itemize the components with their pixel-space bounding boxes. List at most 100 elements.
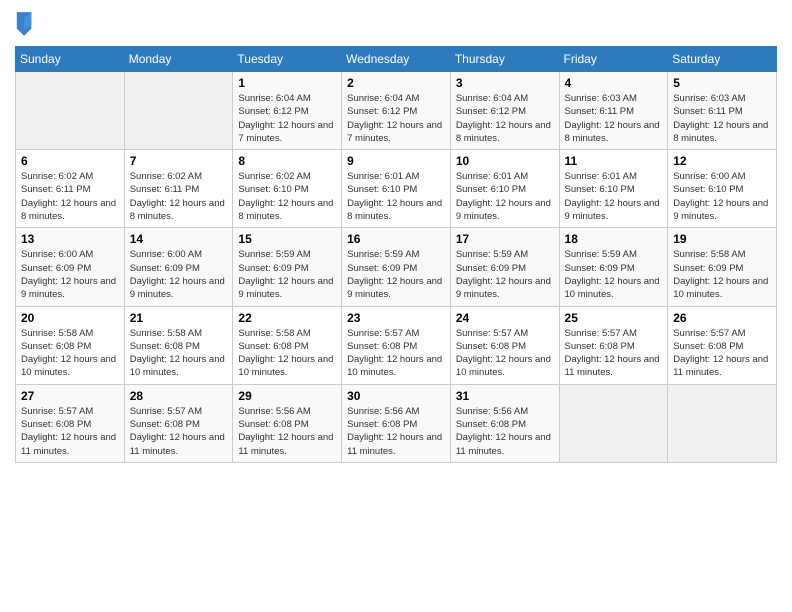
calendar-cell xyxy=(124,72,233,150)
day-number: 11 xyxy=(565,154,663,168)
day-number: 14 xyxy=(130,232,228,246)
day-info: Sunrise: 5:57 AMSunset: 6:08 PMDaylight:… xyxy=(21,405,119,458)
day-number: 25 xyxy=(565,311,663,325)
calendar-cell xyxy=(668,384,777,462)
day-info: Sunrise: 6:04 AMSunset: 6:12 PMDaylight:… xyxy=(347,92,445,145)
day-number: 5 xyxy=(673,76,771,90)
calendar-week-3: 13 Sunrise: 6:00 AMSunset: 6:09 PMDayligh… xyxy=(16,228,777,306)
day-info: Sunrise: 5:56 AMSunset: 6:08 PMDaylight:… xyxy=(238,405,336,458)
calendar-cell: 23Sunrise: 5:57 AMSunset: 6:08 PMDayligh… xyxy=(342,306,451,384)
day-number: 6 xyxy=(21,154,119,168)
day-of-week-tuesday: Tuesday xyxy=(233,47,342,72)
day-info: Sunrise: 6:00 AMSunset: 6:10 PMDaylight:… xyxy=(673,170,771,223)
day-number: 31 xyxy=(456,389,554,403)
day-number: 26 xyxy=(673,311,771,325)
day-info: Sunrise: 6:02 AMSunset: 6:11 PMDaylight:… xyxy=(21,170,119,223)
calendar-header-row: SundayMondayTuesdayWednesdayThursdayFrid… xyxy=(16,47,777,72)
day-number: 7 xyxy=(130,154,228,168)
day-info: Sunrise: 5:57 AMSunset: 6:08 PMDaylight:… xyxy=(565,327,663,380)
day-number: 28 xyxy=(130,389,228,403)
day-of-week-wednesday: Wednesday xyxy=(342,47,451,72)
day-number: 24 xyxy=(456,311,554,325)
calendar-cell: 2 Sunrise: 6:04 AMSunset: 6:12 PMDaylight… xyxy=(342,72,451,150)
day-of-week-sunday: Sunday xyxy=(16,47,125,72)
day-number: 18 xyxy=(565,232,663,246)
day-info: Sunrise: 6:04 AMSunset: 6:12 PMDaylight:… xyxy=(238,92,336,145)
day-info: Sunrise: 5:58 AMSunset: 6:09 PMDaylight:… xyxy=(673,248,771,301)
day-number: 22 xyxy=(238,311,336,325)
day-number: 4 xyxy=(565,76,663,90)
day-number: 10 xyxy=(456,154,554,168)
calendar-cell: 6 Sunrise: 6:02 AMSunset: 6:11 PMDaylight… xyxy=(16,150,125,228)
day-info: Sunrise: 5:58 AMSunset: 6:08 PMDaylight:… xyxy=(21,327,119,380)
day-info: Sunrise: 5:58 AMSunset: 6:08 PMDaylight:… xyxy=(130,327,228,380)
day-info: Sunrise: 5:56 AMSunset: 6:08 PMDaylight:… xyxy=(456,405,554,458)
day-info: Sunrise: 6:04 AMSunset: 6:12 PMDaylight:… xyxy=(456,92,554,145)
day-number: 1 xyxy=(238,76,336,90)
calendar-cell: 7Sunrise: 6:02 AMSunset: 6:11 PMDaylight… xyxy=(124,150,233,228)
calendar-cell xyxy=(559,384,668,462)
day-info: Sunrise: 5:57 AMSunset: 6:08 PMDaylight:… xyxy=(456,327,554,380)
day-of-week-saturday: Saturday xyxy=(668,47,777,72)
day-info: Sunrise: 5:59 AMSunset: 6:09 PMDaylight:… xyxy=(347,248,445,301)
calendar-week-1: 1 Sunrise: 6:04 AMSunset: 6:12 PMDaylight… xyxy=(16,72,777,150)
day-info: Sunrise: 6:00 AMSunset: 6:09 PMDaylight:… xyxy=(21,248,119,301)
day-info: Sunrise: 6:02 AMSunset: 6:10 PMDaylight:… xyxy=(238,170,336,223)
day-number: 9 xyxy=(347,154,445,168)
calendar-cell: 16 Sunrise: 5:59 AMSunset: 6:09 PMDayligh… xyxy=(342,228,451,306)
day-info: Sunrise: 5:59 AMSunset: 6:09 PMDaylight:… xyxy=(238,248,336,301)
calendar-cell: 14 Sunrise: 6:00 AMSunset: 6:09 PMDayligh… xyxy=(124,228,233,306)
calendar-cell: 4 Sunrise: 6:03 AMSunset: 6:11 PMDaylight… xyxy=(559,72,668,150)
day-info: Sunrise: 5:59 AMSunset: 6:09 PMDaylight:… xyxy=(456,248,554,301)
day-of-week-thursday: Thursday xyxy=(450,47,559,72)
calendar-table: SundayMondayTuesdayWednesdayThursdayFrid… xyxy=(15,46,777,463)
day-info: Sunrise: 6:03 AMSunset: 6:11 PMDaylight:… xyxy=(673,92,771,145)
calendar-cell: 1 Sunrise: 6:04 AMSunset: 6:12 PMDaylight… xyxy=(233,72,342,150)
calendar-cell: 21Sunrise: 5:58 AMSunset: 6:08 PMDayligh… xyxy=(124,306,233,384)
logo-icon xyxy=(15,10,35,38)
calendar-cell: 20 Sunrise: 5:58 AMSunset: 6:08 PMDayligh… xyxy=(16,306,125,384)
day-of-week-friday: Friday xyxy=(559,47,668,72)
day-info: Sunrise: 6:03 AMSunset: 6:11 PMDaylight:… xyxy=(565,92,663,145)
day-number: 13 xyxy=(21,232,119,246)
day-info: Sunrise: 5:57 AMSunset: 6:08 PMDaylight:… xyxy=(130,405,228,458)
day-info: Sunrise: 5:56 AMSunset: 6:08 PMDaylight:… xyxy=(347,405,445,458)
calendar-week-5: 27 Sunrise: 5:57 AMSunset: 6:08 PMDayligh… xyxy=(16,384,777,462)
day-info: Sunrise: 5:59 AMSunset: 6:09 PMDaylight:… xyxy=(565,248,663,301)
day-number: 3 xyxy=(456,76,554,90)
day-number: 15 xyxy=(238,232,336,246)
calendar-cell xyxy=(16,72,125,150)
page: SundayMondayTuesdayWednesdayThursdayFrid… xyxy=(0,0,792,612)
calendar-cell: 13 Sunrise: 6:00 AMSunset: 6:09 PMDayligh… xyxy=(16,228,125,306)
calendar-cell: 3 Sunrise: 6:04 AMSunset: 6:12 PMDaylight… xyxy=(450,72,559,150)
calendar-cell: 17 Sunrise: 5:59 AMSunset: 6:09 PMDayligh… xyxy=(450,228,559,306)
day-number: 20 xyxy=(21,311,119,325)
day-info: Sunrise: 6:01 AMSunset: 6:10 PMDaylight:… xyxy=(347,170,445,223)
day-number: 16 xyxy=(347,232,445,246)
calendar-cell: 10 Sunrise: 6:01 AMSunset: 6:10 PMDayligh… xyxy=(450,150,559,228)
calendar-cell: 15 Sunrise: 5:59 AMSunset: 6:09 PMDayligh… xyxy=(233,228,342,306)
calendar-cell: 5 Sunrise: 6:03 AMSunset: 6:11 PMDaylight… xyxy=(668,72,777,150)
day-info: Sunrise: 5:58 AMSunset: 6:08 PMDaylight:… xyxy=(238,327,336,380)
calendar-cell: 8Sunrise: 6:02 AMSunset: 6:10 PMDaylight… xyxy=(233,150,342,228)
day-info: Sunrise: 5:57 AMSunset: 6:08 PMDaylight:… xyxy=(347,327,445,380)
calendar-cell: 26 Sunrise: 5:57 AMSunset: 6:08 PMDayligh… xyxy=(668,306,777,384)
calendar-week-4: 20 Sunrise: 5:58 AMSunset: 6:08 PMDayligh… xyxy=(16,306,777,384)
calendar-cell: 25 Sunrise: 5:57 AMSunset: 6:08 PMDayligh… xyxy=(559,306,668,384)
day-number: 17 xyxy=(456,232,554,246)
calendar-cell: 18 Sunrise: 5:59 AMSunset: 6:09 PMDayligh… xyxy=(559,228,668,306)
calendar-cell: 27 Sunrise: 5:57 AMSunset: 6:08 PMDayligh… xyxy=(16,384,125,462)
header xyxy=(15,10,777,38)
calendar-cell: 11 Sunrise: 6:01 AMSunset: 6:10 PMDayligh… xyxy=(559,150,668,228)
day-number: 12 xyxy=(673,154,771,168)
day-number: 19 xyxy=(673,232,771,246)
day-number: 27 xyxy=(21,389,119,403)
day-number: 2 xyxy=(347,76,445,90)
calendar-cell: 9 Sunrise: 6:01 AMSunset: 6:10 PMDaylight… xyxy=(342,150,451,228)
day-info: Sunrise: 6:01 AMSunset: 6:10 PMDaylight:… xyxy=(565,170,663,223)
calendar-cell: 30Sunrise: 5:56 AMSunset: 6:08 PMDayligh… xyxy=(342,384,451,462)
day-info: Sunrise: 5:57 AMSunset: 6:08 PMDaylight:… xyxy=(673,327,771,380)
day-info: Sunrise: 6:01 AMSunset: 6:10 PMDaylight:… xyxy=(456,170,554,223)
calendar-week-2: 6 Sunrise: 6:02 AMSunset: 6:11 PMDaylight… xyxy=(16,150,777,228)
day-info: Sunrise: 6:00 AMSunset: 6:09 PMDaylight:… xyxy=(130,248,228,301)
